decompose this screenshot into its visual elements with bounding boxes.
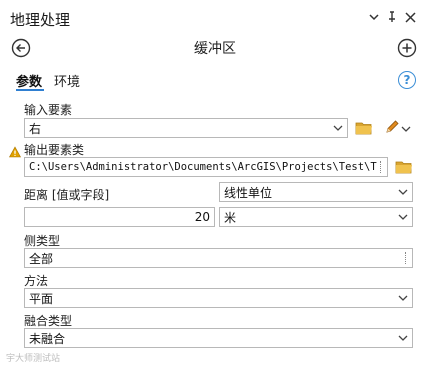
chevron-down-icon	[398, 335, 408, 341]
side-type-value: 全部	[29, 251, 54, 266]
chevron-down-icon	[398, 189, 408, 195]
text-overflow-hint	[405, 252, 408, 264]
watermark: 宇大师测试站	[6, 354, 61, 364]
chevron-down-icon	[398, 214, 408, 220]
pencil-icon[interactable]	[384, 119, 400, 135]
input-features-label: 输入要素	[24, 103, 73, 117]
close-icon[interactable]	[402, 9, 418, 25]
help-icon[interactable]: ?	[398, 71, 416, 89]
method-value: 平面	[29, 291, 54, 306]
input-features-value: 右	[29, 121, 42, 136]
browse-folder-icon[interactable]	[355, 121, 373, 135]
distance-input[interactable]: 20	[24, 207, 215, 227]
side-type-label: 侧类型	[24, 234, 61, 248]
method-label: 方法	[24, 274, 49, 288]
distance-unit-value: 米	[224, 210, 237, 225]
pane-title: 地理处理	[10, 11, 71, 29]
pin-icon[interactable]	[384, 9, 400, 25]
dissolve-type-dropdown[interactable]: 未融合	[24, 328, 413, 348]
pencil-menu-chevron-icon[interactable]	[401, 123, 411, 133]
linear-unit-type-dropdown[interactable]: 线性单位	[219, 182, 413, 202]
side-type-dropdown[interactable]: 全部	[24, 248, 413, 268]
distance-value: 20	[194, 210, 210, 224]
active-tab-indicator	[16, 89, 44, 91]
output-feature-class-value: C:\Users\Administrator\Documents\ArcGIS\…	[29, 161, 377, 173]
chevron-down-icon	[398, 295, 408, 301]
output-feature-class-input[interactable]: C:\Users\Administrator\Documents\ArcGIS\…	[24, 157, 388, 177]
dissolve-type-value: 未融合	[29, 331, 66, 346]
browse-output-folder-icon[interactable]	[395, 160, 413, 174]
method-dropdown[interactable]: 平面	[24, 288, 413, 308]
distance-label: 距离 [值或字段]	[24, 188, 110, 202]
tab-environments[interactable]: 环境	[54, 71, 80, 90]
text-overflow-hint	[380, 161, 383, 173]
pane-options-chevron-icon[interactable]	[366, 9, 382, 25]
add-icon[interactable]	[397, 38, 417, 58]
tool-name: 缓冲区	[194, 41, 236, 57]
input-features-dropdown[interactable]: 右	[24, 118, 348, 138]
linear-unit-type-value: 线性单位	[224, 185, 273, 200]
distance-unit-dropdown[interactable]: 米	[219, 207, 413, 227]
dissolve-type-label: 融合类型	[24, 314, 73, 328]
chevron-down-icon	[333, 125, 343, 131]
tab-parameters[interactable]: 参数	[16, 71, 42, 90]
output-feature-class-label: 输出要素类	[24, 143, 85, 157]
warning-icon	[8, 146, 22, 158]
